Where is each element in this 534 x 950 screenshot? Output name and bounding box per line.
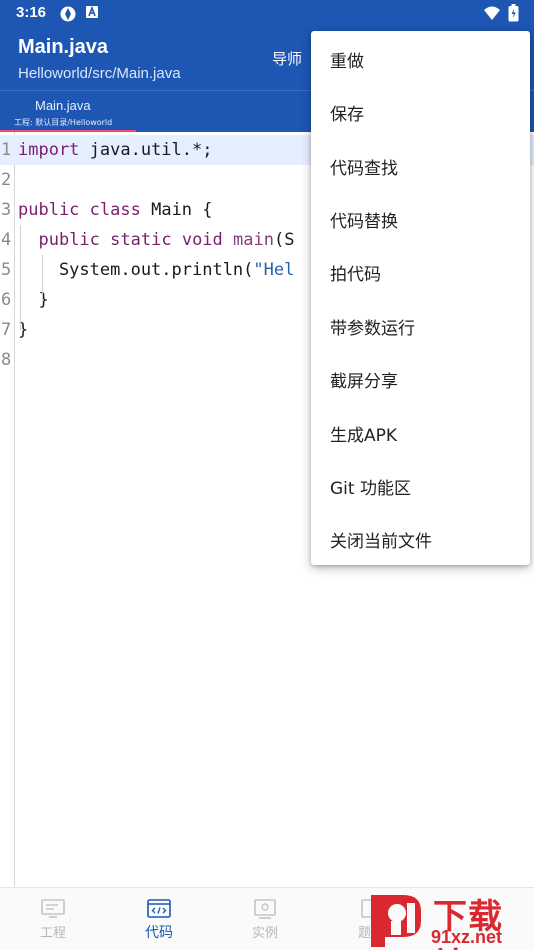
menu-item-label: 重做 [330, 52, 364, 72]
code-text: } [18, 290, 49, 310]
menu-item-code-find[interactable]: 代码查找 [311, 138, 530, 191]
a-badge-icon [86, 5, 98, 18]
indent-guide [20, 225, 21, 330]
menu-item-label: 代码查找 [330, 159, 398, 179]
line-number: 2 [1, 170, 12, 190]
mentor-button[interactable]: 导师 [272, 48, 302, 69]
menu-item-save[interactable]: 保存 [311, 84, 530, 137]
menu-item-label: 保存 [330, 105, 364, 125]
menu-item-photo-code[interactable]: 拍代码 [311, 244, 530, 297]
file-title: Main.java [18, 36, 109, 58]
nav-item-project[interactable]: 工程 [0, 888, 106, 950]
line-number: 7 [1, 320, 12, 340]
nav-label: 工程 [39, 926, 66, 941]
menu-item-label: 拍代码 [330, 265, 381, 285]
menu-item-git[interactable]: Git 功能区 [311, 458, 530, 511]
indent-guide [42, 255, 43, 300]
menu-item-code-replace[interactable]: 代码替换 [311, 191, 530, 244]
line-number: 8 [1, 350, 12, 370]
sync-icon [60, 6, 76, 22]
tab-main-java[interactable]: Main.java 工程: 默认目录/Helloworld [0, 91, 136, 133]
nav-item-code[interactable]: 代码 [106, 888, 212, 950]
nav-item-examples[interactable]: 实例 [212, 888, 318, 950]
menu-item-label: 关闭当前文件 [330, 532, 432, 552]
status-bar: 3:16 [0, 0, 534, 28]
watermark-logo [371, 895, 421, 947]
code-text: System.out.println("Hel [18, 260, 295, 280]
menu-item-build-apk[interactable]: 生成APK [311, 405, 530, 458]
tab-subtitle: 工程: 默认目录/Helloworld [14, 118, 113, 127]
wifi-icon [484, 6, 500, 20]
code-text: public static void main(S [38, 230, 295, 250]
code-icon [147, 899, 171, 918]
watermark: 下载站 91xz.net [361, 887, 534, 950]
nav-label: 实例 [251, 926, 278, 941]
line-number: 3 [1, 200, 12, 220]
status-time: 3:16 [16, 4, 47, 21]
line-number: 6 [1, 290, 12, 310]
menu-item-label: 生成APK [330, 426, 398, 446]
menu-item-label: 代码替换 [330, 212, 398, 232]
code-text: import java.util.*; [18, 140, 213, 160]
line-number: 5 [1, 260, 12, 280]
file-path: Helloworld/src/Main.java [18, 65, 181, 82]
menu-item-screenshot-share[interactable]: 截屏分享 [311, 351, 530, 404]
line-number: 1 [1, 140, 12, 160]
menu-item-redo[interactable]: 重做 [311, 31, 530, 84]
menu-item-label: Git 功能区 [330, 479, 411, 499]
tab-title: Main.java [35, 98, 91, 113]
line-number: 4 [1, 230, 12, 250]
menu-item-label: 截屏分享 [330, 372, 398, 392]
code-text: public class Main { [18, 200, 213, 220]
overflow-menu: 重做 保存 代码查找 代码替换 拍代码 带参数运行 截屏分享 生成APK Git… [311, 31, 530, 565]
project-icon [41, 899, 65, 918]
examples-icon [254, 899, 276, 919]
nav-label: 代码 [145, 925, 173, 941]
menu-item-run-with-args[interactable]: 带参数运行 [311, 298, 530, 351]
battery-icon [508, 4, 519, 22]
menu-item-label: 带参数运行 [330, 319, 415, 339]
menu-item-close-file[interactable]: 关闭当前文件 [311, 511, 530, 564]
watermark-url: 91xz.net [431, 927, 503, 947]
